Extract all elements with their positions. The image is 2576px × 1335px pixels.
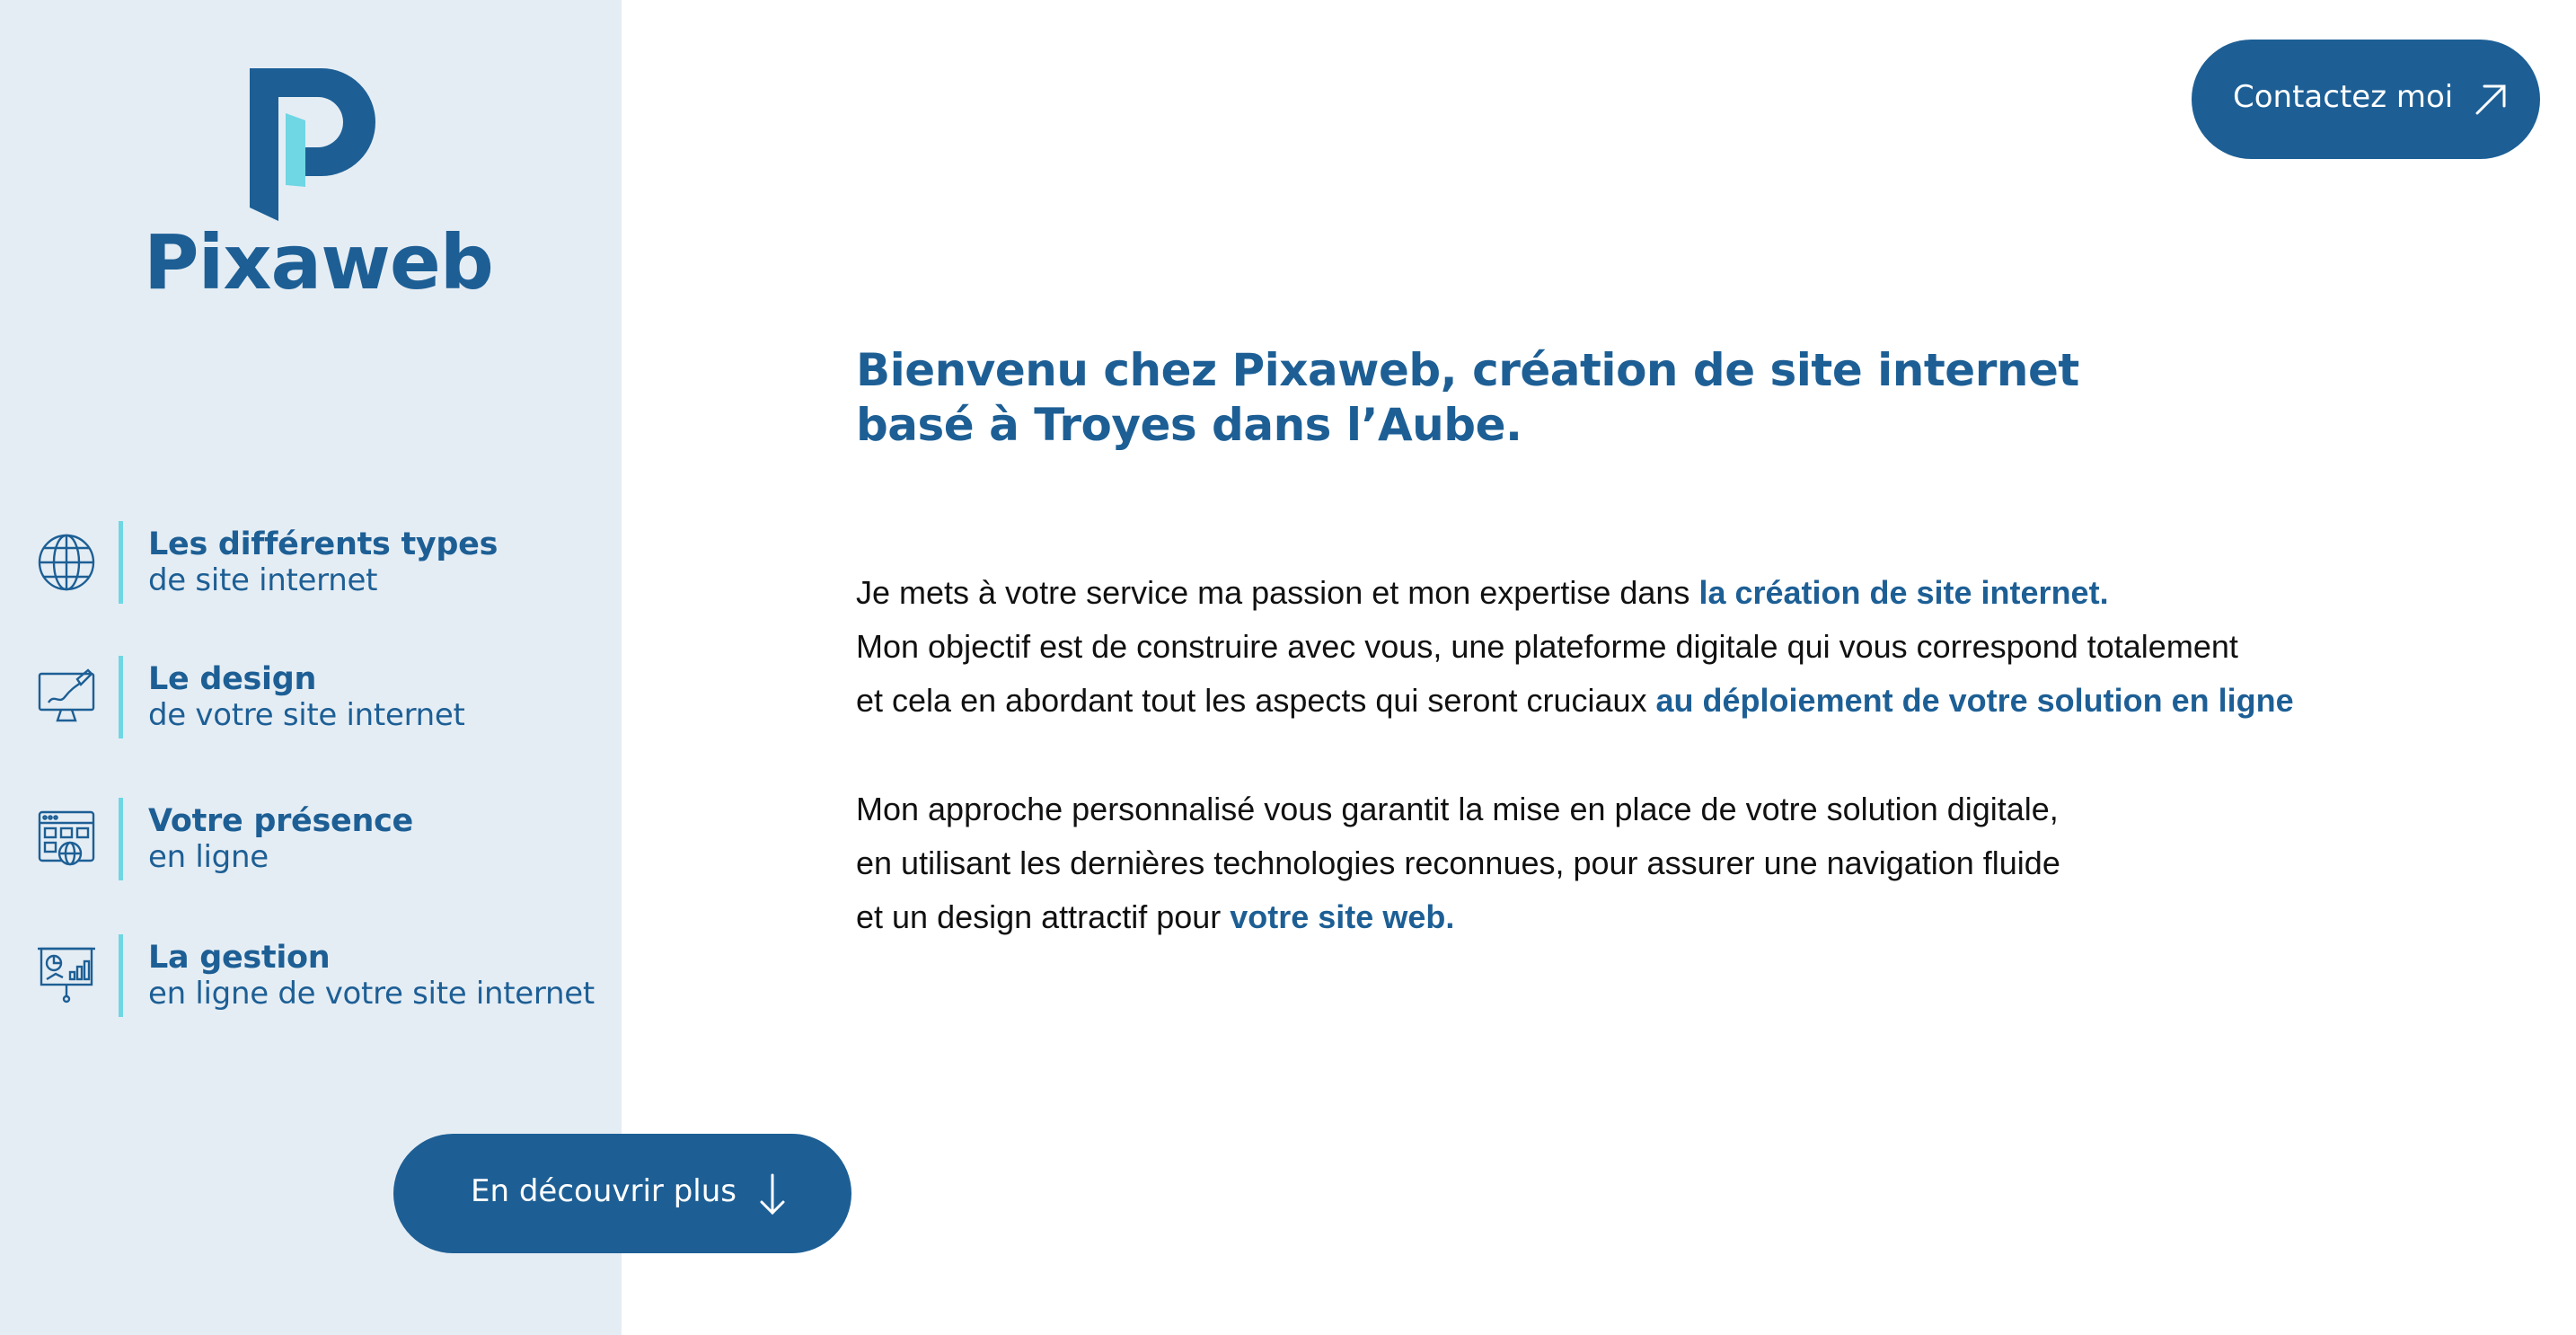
approach-paragraph: Mon approche personnalisé vous garantit … [856, 782, 2383, 944]
contact-button[interactable]: Contactez moi [2192, 40, 2540, 159]
sidebar-item-subtitle: de site internet [148, 562, 378, 598]
globe-icon [38, 534, 95, 591]
paragraph-line: et un design attractif pour votre site w… [856, 890, 2383, 944]
highlight-link[interactable]: la création de site internet. [1698, 574, 2108, 611]
paragraph-line: et cela en abordant tout les aspects qui… [856, 674, 2383, 728]
sidebar-item-title: Votre présence [148, 803, 413, 839]
sidebar-item-site-management[interactable]: La gestion en ligne de votre site intern… [36, 934, 611, 1017]
design-screen-icon [38, 668, 95, 722]
sidebar-item-subtitle: de votre site internet [148, 697, 465, 733]
paragraph-line: Mon approche personnalisé vous garantit … [856, 791, 2059, 827]
headline-line-1: Bienvenu chez Pixaweb, création de site … [856, 344, 2079, 396]
sidebar-item-accent-bar [119, 521, 123, 604]
paragraph-line: Mon objectif est de construire avec vous… [856, 628, 2238, 665]
intro-paragraph: Je mets à votre service ma passion et mo… [856, 566, 2383, 728]
headline-line-2: basé à Troyes dans l’Aube. [856, 399, 1522, 451]
sidebar-item-title: Les différents types [148, 526, 498, 562]
discover-more-button[interactable]: En découvrir plus [393, 1134, 851, 1253]
arrow-down-icon [760, 1173, 785, 1216]
sidebar-item-site-types[interactable]: Les différents types de site internet [36, 521, 611, 604]
arrow-up-right-icon [2475, 84, 2506, 115]
paragraph-text: et cela en abordant tout les aspects qui… [856, 682, 1656, 719]
discover-more-label: En découvrir plus [471, 1173, 737, 1209]
contact-button-label: Contactez moi [2233, 79, 2454, 115]
sidebar-item-design[interactable]: Le design de votre site internet [36, 656, 611, 738]
highlight-link[interactable]: au déploiement de votre solution en lign… [1656, 682, 2294, 719]
paragraph-text: et un design attractif pour [856, 898, 1231, 935]
paragraph-line: Je mets à votre service ma passion et mo… [856, 566, 2383, 620]
page-headline: Bienvenu chez Pixaweb, création de site … [856, 343, 2113, 453]
analytics-board-icon [38, 947, 95, 1003]
sidebar-item-subtitle: en ligne [148, 839, 269, 875]
web-presence-icon [38, 810, 95, 866]
brand-logo[interactable]: Pixaweb [144, 63, 494, 323]
sidebar-item-title: Le design [148, 661, 317, 697]
paragraph-line: en utilisant les dernières technologies … [856, 844, 2060, 881]
brand-name: Pixaweb [144, 218, 494, 306]
page: Pixaweb Les différents types de site int… [0, 0, 2576, 1335]
pixaweb-logo-mark-icon [250, 68, 375, 221]
sidebar-item-subtitle: en ligne de votre site internet [148, 976, 595, 1012]
sidebar-item-accent-bar [119, 934, 123, 1017]
sidebar-item-accent-bar [119, 798, 123, 880]
paragraph-text: Je mets à votre service ma passion et mo… [856, 574, 1699, 611]
sidebar-item-online-presence[interactable]: Votre présence en ligne [36, 798, 611, 880]
highlight-link[interactable]: votre site web. [1230, 898, 1454, 935]
sidebar-item-accent-bar [119, 656, 123, 738]
sidebar-item-title: La gestion [148, 940, 331, 976]
